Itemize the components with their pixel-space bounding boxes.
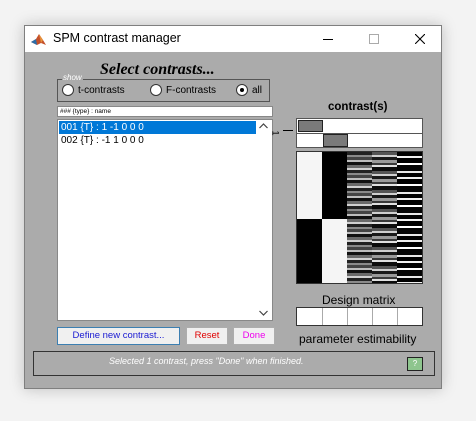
close-button[interactable] (397, 26, 443, 52)
radio-button-icon (150, 84, 162, 96)
contrast-weight-negative-bar (323, 134, 348, 147)
title-bar[interactable]: SPM contrast manager (25, 26, 441, 52)
status-message: Selected 1 contrast, press "Done" when f… (109, 356, 304, 366)
estimability-divider (397, 308, 398, 325)
status-ok-icon[interactable]: ? (407, 357, 423, 371)
design-matrix-column (297, 152, 322, 283)
radio-button-icon (62, 84, 74, 96)
design-matrix-column (322, 152, 347, 283)
contrast-list-header: ### {type} : name (57, 106, 273, 117)
maximize-icon (369, 34, 379, 44)
design-matrix-block (322, 152, 347, 219)
scroll-down-arrow-icon[interactable] (259, 310, 268, 316)
parameter-estimability-label: parameter estimability (299, 332, 417, 346)
estimability-divider (372, 308, 373, 325)
contrast-weight-positive-bar (298, 120, 323, 132)
contrast-index-tick (283, 130, 293, 131)
close-icon (415, 34, 425, 44)
show-filter-legend: show (62, 73, 83, 82)
design-matrix-label: Design matrix (322, 293, 396, 307)
radio-label: F-contrasts (166, 85, 217, 96)
minimize-icon (323, 39, 333, 40)
design-matrix-block (297, 152, 322, 219)
estimability-divider (322, 308, 323, 325)
design-matrix-column (372, 152, 397, 283)
select-contrasts-heading: Select contrasts... (100, 61, 215, 78)
contrast-listbox[interactable]: 001 {T} : 1 -1 0 0 0 002 {T} : -1 1 0 0 … (57, 119, 273, 321)
maximize-button[interactable] (351, 26, 397, 52)
contrast-index-label: 1 (270, 130, 281, 136)
estimability-divider (347, 308, 348, 325)
contrast-axis-line (297, 133, 422, 134)
minimize-button[interactable] (305, 26, 351, 52)
parameter-estimability-display (296, 307, 423, 326)
radio-button-selected-icon (236, 84, 248, 96)
contrast-weights-display (296, 118, 423, 148)
design-matrix-image (296, 151, 423, 284)
reset-button[interactable]: Reset (186, 327, 228, 345)
radio-label: all (252, 85, 263, 96)
contrasts-title: contrast(s) (328, 101, 388, 113)
window-title: SPM contrast manager (53, 31, 181, 45)
spm-contrast-manager-window: SPM contrast manager Select contrasts...… (24, 25, 442, 389)
design-matrix-column (397, 152, 422, 283)
radio-label: t-contrasts (78, 85, 125, 96)
design-matrix-block (297, 219, 322, 283)
contrast-list-item[interactable]: 001 {T} : 1 -1 0 0 0 (59, 121, 257, 134)
design-matrix-column (347, 152, 372, 283)
done-button[interactable]: Done (233, 327, 275, 345)
design-matrix-block (322, 219, 347, 283)
matlab-icon (30, 31, 47, 48)
scroll-up-arrow-icon[interactable] (259, 123, 268, 129)
contrast-list-item[interactable]: 002 {T} : -1 1 0 0 0 (59, 134, 257, 147)
vertical-scrollbar[interactable] (256, 120, 272, 320)
define-new-contrast-button[interactable]: Define new contrast... (57, 327, 180, 345)
